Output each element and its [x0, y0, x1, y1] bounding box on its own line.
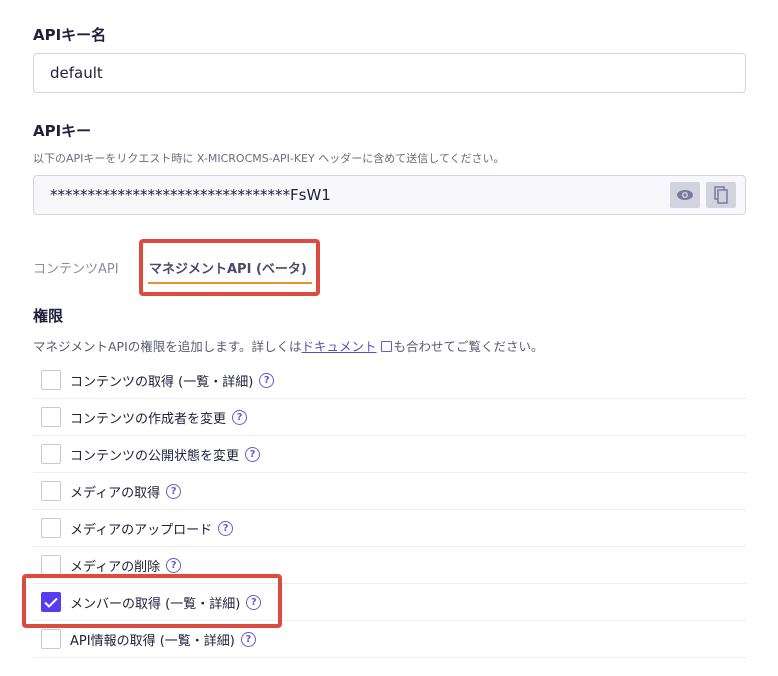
permission-label: コンテンツの作成者を変更	[70, 411, 227, 427]
help-icon[interactable]: ?	[218, 520, 234, 536]
permission-checkbox[interactable]	[41, 407, 61, 427]
api-key-value: ********************************FsW1	[50, 186, 331, 204]
permission-row[interactable]: コンテンツの取得 (一覧・詳細)?	[33, 362, 746, 399]
document-link[interactable]: ドキュメント	[302, 339, 377, 354]
permission-checkbox[interactable]	[41, 555, 61, 575]
tab-content-api[interactable]: コンテンツAPI	[33, 258, 119, 277]
permission-checkbox[interactable]	[41, 444, 61, 464]
permission-row[interactable]: メディアの取得?	[33, 473, 746, 510]
desc-text-after: も合わせてご覧ください。	[393, 339, 544, 354]
permissions-title: 権限	[33, 307, 64, 325]
permissions-description: マネジメントAPIの権限を追加します。詳しくはドキュメント も合わせてご覧くださ…	[33, 336, 544, 355]
permission-checkbox[interactable]	[41, 629, 61, 649]
external-link-icon	[380, 341, 392, 352]
permission-row[interactable]: コンテンツの作成者を変更?	[33, 399, 746, 436]
permission-label: API情報の取得 (一覧・詳細)	[70, 633, 235, 649]
show-key-button[interactable]	[670, 182, 700, 208]
key-name-label: APIキー名	[33, 26, 107, 44]
key-name-input[interactable]: default	[33, 53, 746, 93]
help-icon[interactable]: ?	[259, 372, 275, 388]
copy-icon	[714, 186, 728, 204]
eye-icon	[677, 190, 693, 200]
permission-label: コンテンツの取得 (一覧・詳細)	[70, 374, 254, 390]
permission-row[interactable]: メディアのアップロード?	[33, 510, 746, 547]
copy-key-button[interactable]	[706, 182, 736, 208]
permission-label: コンテンツの公開状態を変更	[70, 448, 240, 464]
api-key-field[interactable]: ********************************FsW1	[33, 175, 746, 215]
help-icon[interactable]: ?	[240, 631, 256, 647]
permission-label: メディアのアップロード	[70, 522, 213, 538]
highlight-box	[139, 239, 320, 296]
api-key-description: 以下のAPIキーをリクエスト時に X-MICROCMS-API-KEY ヘッダー…	[33, 152, 505, 165]
permission-label: メディアの取得	[70, 485, 161, 501]
help-icon[interactable]: ?	[232, 409, 248, 425]
desc-text: マネジメントAPIの権限を追加します。詳しくは	[33, 339, 302, 354]
help-icon[interactable]: ?	[166, 483, 182, 499]
permission-checkbox[interactable]	[41, 370, 61, 390]
permission-row[interactable]: コンテンツの公開状態を変更?	[33, 436, 746, 473]
permission-checkbox[interactable]	[41, 518, 61, 538]
permission-label: メディアの削除	[70, 559, 161, 575]
help-icon[interactable]: ?	[245, 446, 261, 462]
help-icon[interactable]: ?	[166, 557, 182, 573]
api-key-label: APIキー	[33, 122, 92, 140]
permission-checkbox[interactable]	[41, 481, 61, 501]
highlight-box	[22, 574, 282, 628]
